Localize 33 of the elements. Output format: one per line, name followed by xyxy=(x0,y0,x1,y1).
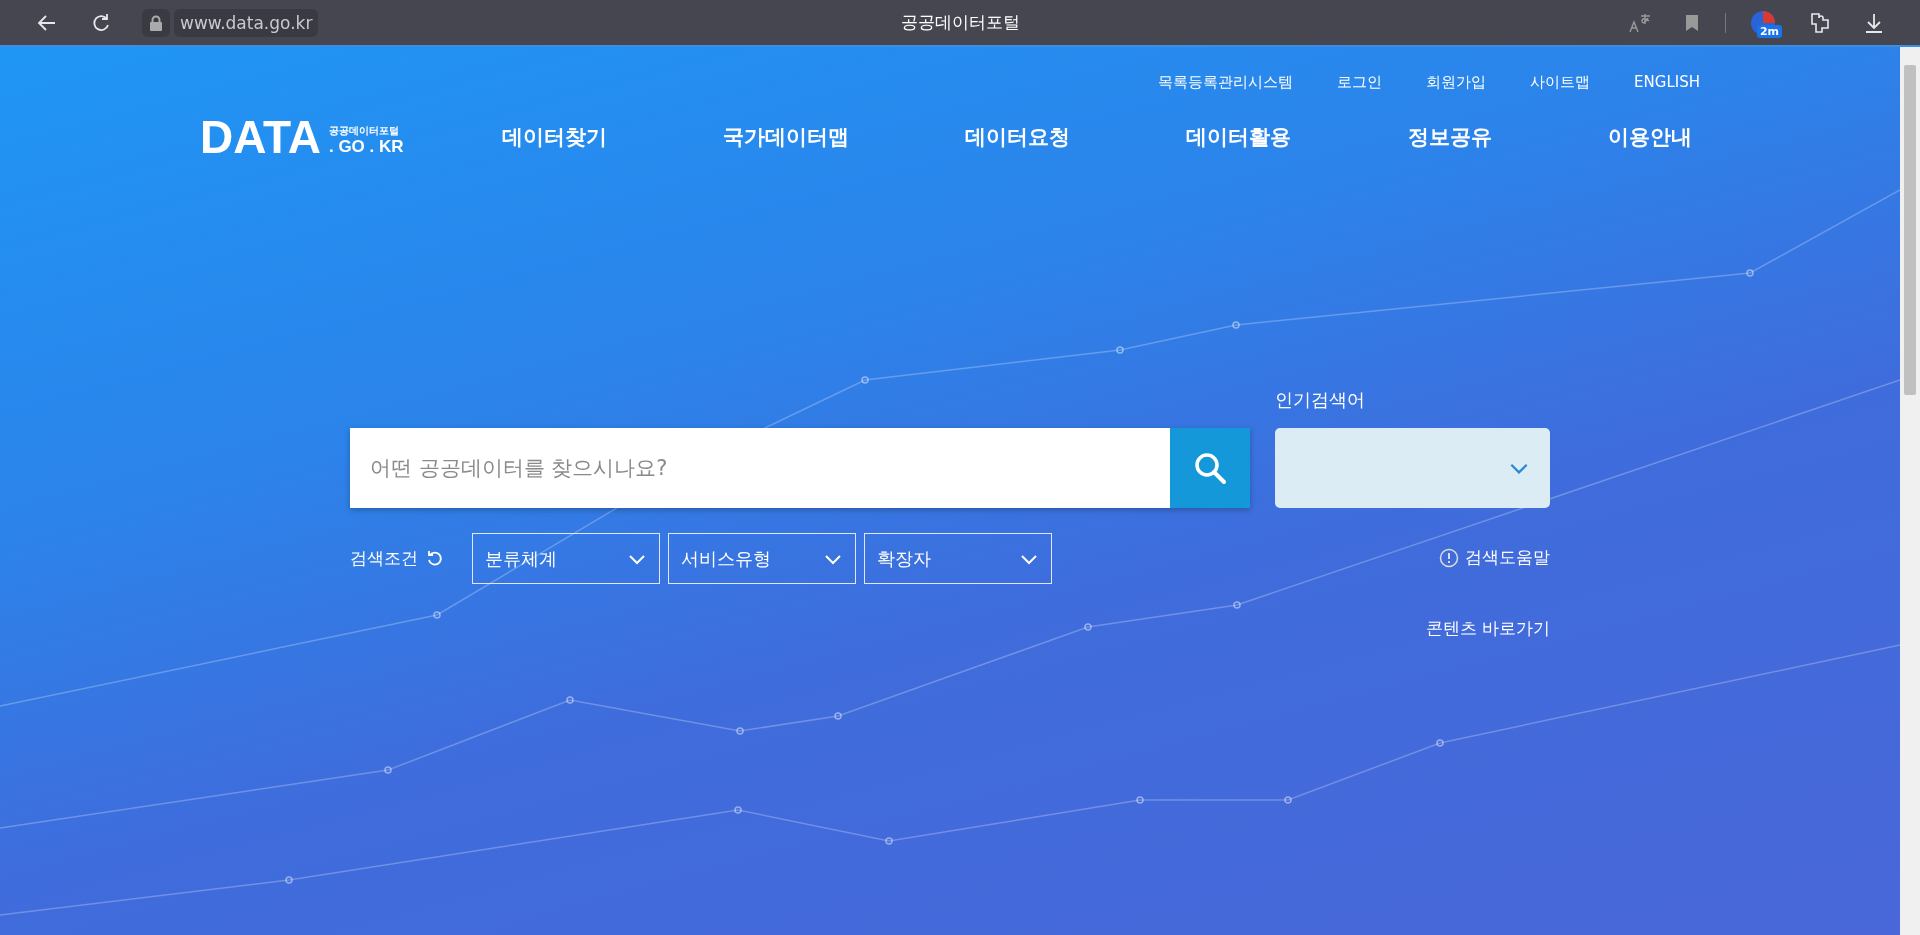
translate-icon[interactable] xyxy=(1629,11,1653,34)
reset-icon[interactable] xyxy=(426,549,444,568)
filter-select[interactable]: 서비스유형 xyxy=(668,533,856,584)
bookmark-icon[interactable] xyxy=(1685,13,1699,32)
filter-select[interactable]: 확장자 xyxy=(864,533,1052,584)
utility-link[interactable]: 목록등록관리시스템 xyxy=(1158,73,1294,92)
info-icon xyxy=(1439,547,1459,568)
utility-link[interactable]: 로그인 xyxy=(1337,73,1383,92)
nav-menu-item[interactable]: 이용안내 xyxy=(1607,123,1692,151)
search-help-text: 검색도움말 xyxy=(1465,546,1550,569)
contents-shortcut-link[interactable]: 콘텐츠 바로가기 xyxy=(1425,617,1550,640)
extensions-icon[interactable] xyxy=(1808,10,1832,35)
search-conditions-label: 검색조건 xyxy=(350,547,418,570)
scrollbar-thumb[interactable] xyxy=(1904,65,1916,395)
nav-menu-item[interactable]: 데이터요청 xyxy=(965,123,1071,151)
search-button[interactable] xyxy=(1170,428,1250,508)
nav-menu-item[interactable]: 데이터활용 xyxy=(1186,123,1292,151)
search-field[interactable]: 어떤 공공데이터를 찾으시나요? xyxy=(350,428,1170,508)
nav-menu-item[interactable]: 정보공유 xyxy=(1407,123,1492,151)
utility-link[interactable]: 사이트맵 xyxy=(1530,73,1591,92)
filter-select[interactable]: 분류체계 xyxy=(472,533,660,584)
nav-menu-item[interactable]: 데이터찾기 xyxy=(501,123,607,151)
search-help-link[interactable]: 검색도움말 xyxy=(1439,546,1550,569)
address-bar[interactable]: www.data.go.kr xyxy=(174,8,319,37)
page-title: 공공데이터포털 xyxy=(900,11,1020,34)
download-icon[interactable] xyxy=(1864,11,1884,34)
nav-menu-item[interactable]: 국가데이터맵 xyxy=(722,123,849,151)
utility-link[interactable]: 회원가입 xyxy=(1426,73,1487,92)
scrollbar[interactable] xyxy=(1900,47,1920,935)
search-icon xyxy=(1193,451,1227,485)
utility-link[interactable]: ENGLISH xyxy=(1634,73,1700,92)
popular-keywords-label: 인기검색어 xyxy=(1275,388,1366,412)
lock-icon xyxy=(142,8,170,37)
